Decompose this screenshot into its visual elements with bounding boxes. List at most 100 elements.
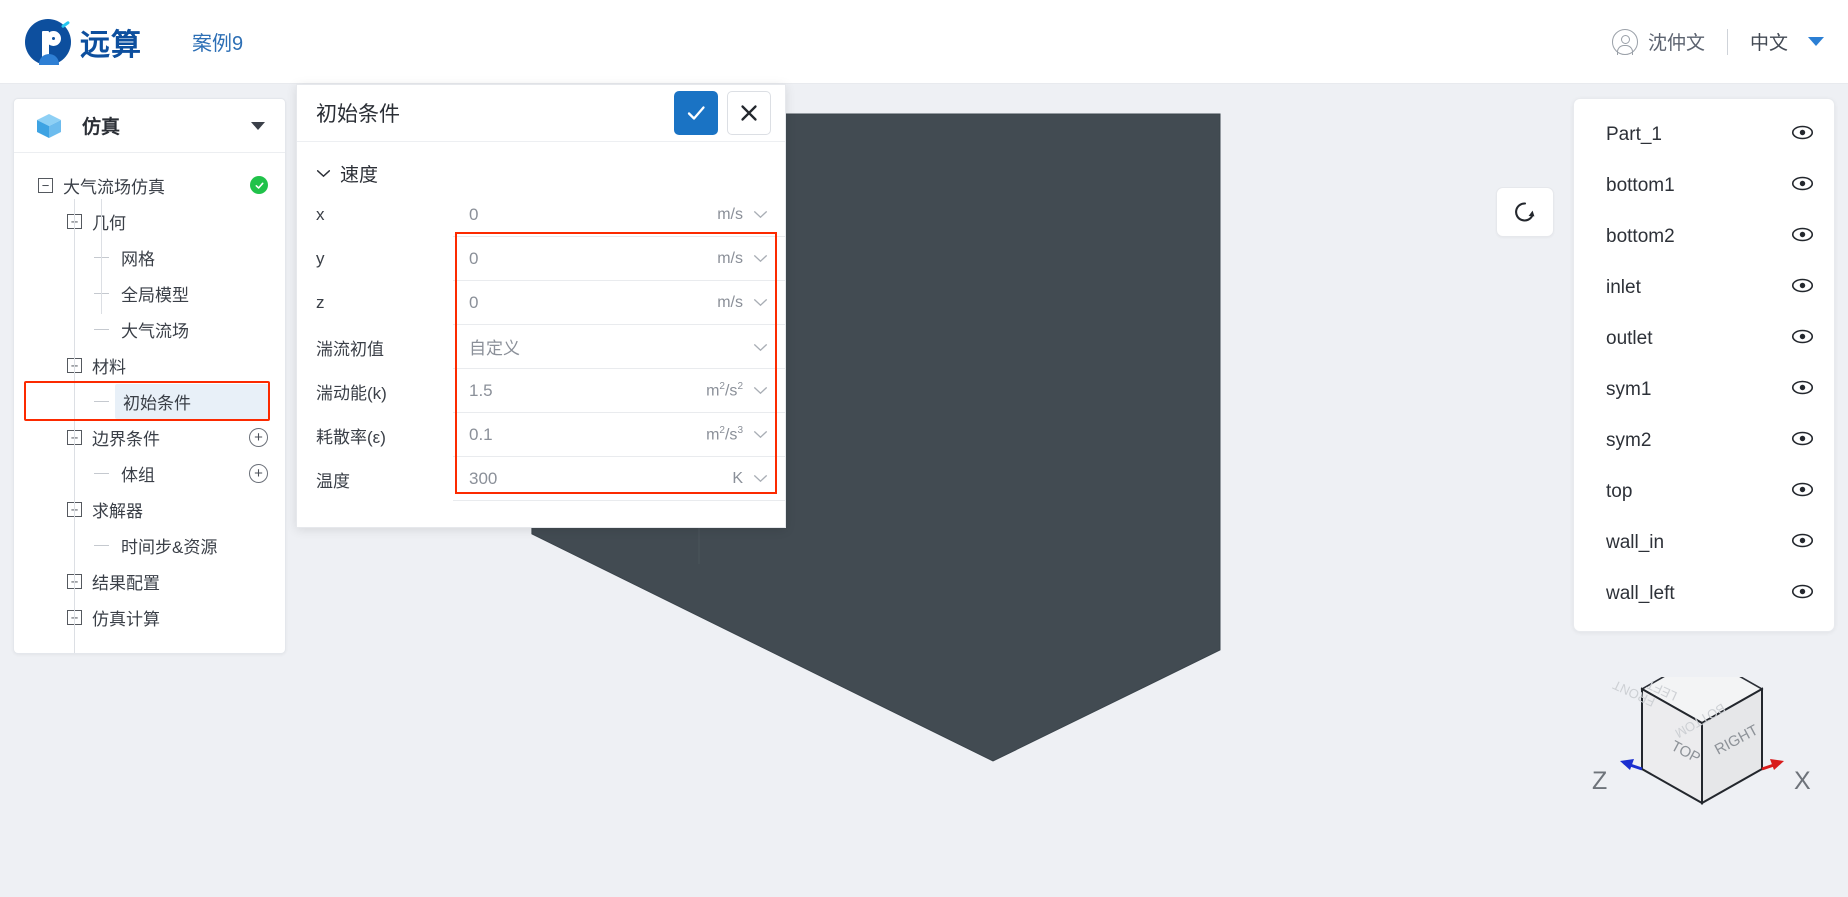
- confirm-button[interactable]: [674, 91, 718, 135]
- tree-item-7[interactable]: +边界条件+: [14, 419, 285, 455]
- tree-branch-line[interactable]: [94, 544, 109, 546]
- tree-item-label: 大气流场: [121, 321, 189, 341]
- chevron-down-icon[interactable]: [753, 470, 768, 488]
- visibility-toggle[interactable]: [1791, 532, 1814, 554]
- unit-select[interactable]: K: [695, 457, 785, 501]
- visibility-toggle[interactable]: [1791, 175, 1814, 197]
- tree-item-10[interactable]: 时间步&资源: [14, 527, 285, 563]
- eye-icon: [1791, 380, 1814, 394]
- eye-icon: [1791, 482, 1814, 496]
- field-label: x: [316, 205, 325, 224]
- part-row[interactable]: bottom2: [1574, 211, 1834, 262]
- tree-item-4[interactable]: 大气流场: [14, 311, 285, 347]
- visibility-toggle[interactable]: [1791, 379, 1814, 401]
- turbulence-preset-select[interactable]: 自定义: [453, 325, 785, 369]
- tree-item-2[interactable]: 网格: [14, 239, 285, 275]
- tree-item-label: 边界条件: [92, 429, 160, 449]
- simulation-tree: −大气流场仿真+几何网格全局模型大气流场+材料初始条件+边界条件+体组++求解器…: [14, 153, 285, 653]
- part-row[interactable]: bottom1: [1574, 160, 1834, 211]
- chevron-down-icon[interactable]: [753, 294, 768, 312]
- chevron-down-icon: [753, 254, 768, 262]
- velocity-section-label: 速度: [340, 165, 379, 186]
- unit-select[interactable]: m/s: [695, 281, 785, 325]
- velocity-section-header[interactable]: 速度: [316, 160, 785, 187]
- dialog-body: 速度 x 0 m/s y 0 m/s z 0 m/s 湍流初值 自定义 湍动能(k) 1.5 m2/s2 耗…: [297, 142, 785, 501]
- visibility-toggle[interactable]: [1791, 277, 1814, 299]
- chevron-down-icon[interactable]: [753, 206, 768, 224]
- unit-label: m2/s3: [706, 424, 743, 444]
- chevron-down-icon[interactable]: [251, 121, 265, 130]
- chevron-down-icon[interactable]: [753, 382, 768, 400]
- cancel-button[interactable]: [727, 91, 771, 135]
- tree-item-11[interactable]: +结果配置: [14, 563, 285, 599]
- tree-item-5[interactable]: +材料: [14, 347, 285, 383]
- top-bar: 远算 案例9 沈仲文 中文: [0, 0, 1848, 84]
- part-row[interactable]: top: [1574, 466, 1834, 517]
- reset-view-button[interactable]: [1496, 187, 1554, 237]
- part-row[interactable]: inlet: [1574, 262, 1834, 313]
- view-orientation-cube[interactable]: TOP RIGHT BOTTOM LEFT FRONT Z X: [1582, 654, 1822, 867]
- tree-item-9[interactable]: +求解器: [14, 491, 285, 527]
- field-row: 耗散率(ε) 0.1 m2/s3: [297, 413, 785, 457]
- tree-item-label: 初始条件: [115, 383, 269, 419]
- tree-item-8[interactable]: 体组 +: [14, 455, 285, 491]
- field-row: x 0 m/s: [297, 193, 785, 237]
- collapse-icon[interactable]: −: [38, 177, 53, 193]
- case-title[interactable]: 案例9: [192, 27, 243, 56]
- sidebar-header[interactable]: 仿真: [14, 99, 285, 153]
- value-input[interactable]: 0: [453, 281, 695, 325]
- part-row[interactable]: sym2: [1574, 415, 1834, 466]
- chevron-down-icon[interactable]: [753, 426, 768, 444]
- visibility-toggle[interactable]: [1791, 328, 1814, 350]
- value-input[interactable]: 1.5: [453, 369, 695, 413]
- unit-select[interactable]: m2/s2: [695, 369, 785, 413]
- tree-branch-line[interactable]: [94, 472, 109, 474]
- part-name: sym1: [1606, 378, 1652, 400]
- eye-icon: [1791, 227, 1814, 241]
- visibility-toggle[interactable]: [1791, 583, 1814, 605]
- tree-item-12[interactable]: +仿真计算: [14, 599, 285, 635]
- tree-item-3[interactable]: 全局模型: [14, 275, 285, 311]
- top-bar-right: 沈仲文 中文: [1611, 28, 1824, 55]
- visibility-toggle[interactable]: [1791, 430, 1814, 452]
- tree-item-label: 仿真计算: [92, 609, 160, 629]
- yuansuan-logo-icon: [25, 18, 71, 65]
- tree-item-1[interactable]: +几何: [14, 203, 285, 239]
- unit-select[interactable]: m/s: [695, 193, 785, 237]
- value-input[interactable]: 300: [453, 457, 695, 501]
- unit-select[interactable]: m2/s3: [695, 413, 785, 457]
- unit-select[interactable]: m/s: [695, 237, 785, 281]
- visibility-toggle[interactable]: [1791, 226, 1814, 248]
- visibility-toggle[interactable]: [1791, 481, 1814, 503]
- chevron-down-icon[interactable]: [753, 250, 768, 268]
- value-input[interactable]: 0: [453, 237, 695, 281]
- visibility-toggle[interactable]: [1791, 124, 1814, 146]
- chevron-down-icon: [753, 343, 768, 351]
- add-item-button[interactable]: +: [249, 427, 268, 447]
- part-row[interactable]: Part_1: [1574, 109, 1834, 160]
- chevron-down-icon[interactable]: [753, 337, 768, 357]
- brand-logo[interactable]: 远算: [25, 18, 142, 65]
- part-row[interactable]: wall_left: [1574, 568, 1834, 619]
- chevron-down-icon: [753, 298, 768, 306]
- part-name: inlet: [1606, 276, 1641, 298]
- sidebar: 仿真 −大气流场仿真+几何网格全局模型大气流场+材料初始条件+边界条件+体组++…: [13, 98, 286, 654]
- value-input[interactable]: 0: [453, 193, 695, 237]
- divider: [1726, 28, 1728, 55]
- tree-item-label: 网格: [121, 249, 155, 269]
- user-menu[interactable]: 沈仲文: [1611, 28, 1705, 55]
- value-input[interactable]: 0.1: [453, 413, 695, 457]
- add-item-button[interactable]: +: [249, 463, 268, 483]
- part-row[interactable]: wall_in: [1574, 517, 1834, 568]
- user-name: 沈仲文: [1647, 33, 1705, 54]
- part-row[interactable]: sym1: [1574, 364, 1834, 415]
- tree-branch-line[interactable]: [94, 328, 109, 330]
- tree-item-6[interactable]: 初始条件: [14, 383, 285, 419]
- field-label: 湍流初值: [316, 339, 384, 359]
- field-row: z 0 m/s: [297, 281, 785, 325]
- language-selector[interactable]: 中文: [1750, 28, 1824, 55]
- tree-item-0[interactable]: − 大气流场仿真: [14, 167, 285, 203]
- language-label: 中文: [1749, 33, 1788, 54]
- part-row[interactable]: outlet: [1574, 313, 1834, 364]
- tree-branch-line[interactable]: [94, 400, 109, 402]
